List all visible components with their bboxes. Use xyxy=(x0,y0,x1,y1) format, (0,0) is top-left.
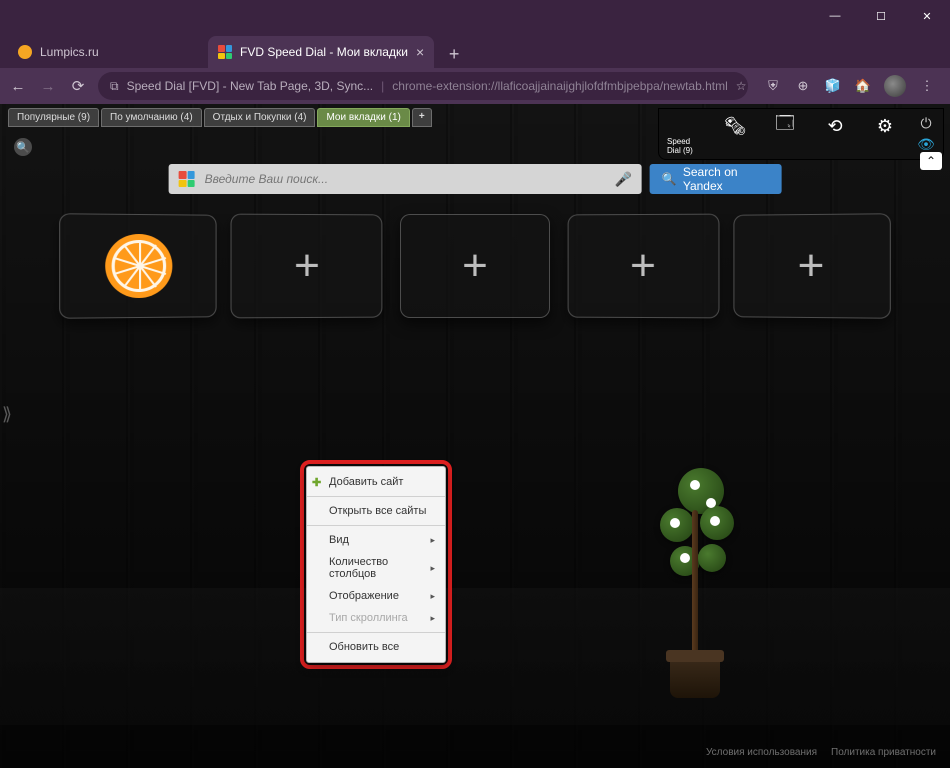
plus-icon: + xyxy=(294,241,320,291)
dial-groups: Популярные (9) По умолчанию (4) Отдых и … xyxy=(8,108,432,127)
extension-icons: ⛨ ⊕ 🧊 🏠 ⋮ xyxy=(758,75,942,97)
address-bar[interactable]: ⧉ Speed Dial [FVD] - New Tab Page, 3D, S… xyxy=(98,72,748,100)
search-icon: 🔍 xyxy=(662,172,677,186)
prev-page-arrow-icon[interactable]: ⟫ xyxy=(2,404,12,425)
ext-home-icon[interactable]: 🏠 xyxy=(854,77,872,95)
footer-terms-link[interactable]: Условия использования xyxy=(706,747,817,758)
gear-icon: ⚙ xyxy=(872,115,898,137)
search-row: 🎤 🔍 Search on Yandex xyxy=(169,164,782,194)
window-titlebar: — ☐ ✕ xyxy=(0,0,950,32)
speed-dial-page: Популярные (9) По умолчанию (4) Отдых и … xyxy=(0,104,950,768)
group-tab-my[interactable]: Мои вкладки (1) xyxy=(317,108,409,127)
plus-icon: + xyxy=(462,241,488,291)
footer-links: Условия использования Политика приватнос… xyxy=(706,747,936,758)
search-input[interactable] xyxy=(205,172,605,186)
toolbar-sync[interactable]: ⟲ xyxy=(817,115,853,137)
nav-forward-button[interactable]: → xyxy=(38,76,58,96)
decorative-plant xyxy=(640,458,750,698)
window-minimize[interactable]: — xyxy=(812,0,858,32)
menu-refresh-all[interactable]: Обновить все xyxy=(307,636,445,658)
chevron-right-icon: ▸ xyxy=(430,591,435,602)
speed-dial-toolbar: Speed Dial (9) 🗞 🗔 ⟲ ⚙ ⏻ 👁 xyxy=(658,108,944,160)
eye-icon[interactable]: 👁 xyxy=(917,136,935,153)
browser-tab-speeddial[interactable]: FVD Speed Dial - Мои вкладки × xyxy=(208,36,434,68)
apps-icon: 🗔 xyxy=(772,115,798,137)
group-tab-shopping[interactable]: Отдых и Покупки (4) xyxy=(204,108,316,127)
power-icon[interactable]: ⏻ xyxy=(920,115,931,132)
toolbar-settings[interactable]: ⚙ xyxy=(867,115,903,137)
chevron-right-icon: ▸ xyxy=(430,563,435,574)
speed-dial-logo-icon xyxy=(675,115,695,135)
orange-icon xyxy=(105,234,172,298)
mic-icon[interactable]: 🎤 xyxy=(614,171,631,188)
dial-grid: + + + + xyxy=(64,214,886,318)
browser-toolbar: ← → ⟳ ⧉ Speed Dial [FVD] - New Tab Page,… xyxy=(0,68,950,104)
group-tab-default[interactable]: По умолчанию (4) xyxy=(101,108,202,127)
plus-icon: + xyxy=(798,241,825,291)
profile-avatar[interactable] xyxy=(884,75,906,97)
search-yandex-button[interactable]: 🔍 Search on Yandex xyxy=(650,164,782,194)
nav-back-button[interactable]: ← xyxy=(8,76,28,96)
menu-open-all[interactable]: Открыть все сайты xyxy=(307,500,445,522)
tab-close-icon[interactable]: × xyxy=(416,44,424,60)
context-menu-highlight: Добавить сайт Открыть все сайты Вид▸ Кол… xyxy=(300,460,452,669)
tab-label: Lumpics.ru xyxy=(40,45,99,59)
menu-add-site[interactable]: Добавить сайт xyxy=(307,471,445,493)
menu-columns[interactable]: Количество столбцов▸ xyxy=(307,551,445,585)
dial-tile-add[interactable]: + xyxy=(733,213,890,319)
plus-icon: + xyxy=(630,241,656,291)
ext-shield-icon[interactable]: ⛨ xyxy=(764,77,782,95)
menu-view[interactable]: Вид▸ xyxy=(307,529,445,551)
footer-privacy-link[interactable]: Политика приватности xyxy=(831,747,936,758)
page-title-text: Speed Dial [FVD] - New Tab Page, 3D, Syn… xyxy=(127,79,374,93)
dial-tile-add[interactable]: + xyxy=(231,214,383,319)
dial-tile-add[interactable]: + xyxy=(400,214,550,318)
toolbar-apps[interactable]: 🗔 xyxy=(767,115,803,137)
dial-tile-1[interactable] xyxy=(59,213,216,319)
chevron-right-icon: ▸ xyxy=(430,613,435,624)
sync-icon: ⟲ xyxy=(822,115,848,137)
group-add-button[interactable]: + xyxy=(412,108,432,127)
nav-reload-button[interactable]: ⟳ xyxy=(68,76,88,96)
toolbar-home-label: Speed Dial (9) xyxy=(667,137,703,155)
browser-tabstrip: Lumpics.ru FVD Speed Dial - Мои вкладки … xyxy=(0,32,950,68)
magnifier-icon[interactable]: 🔍 xyxy=(14,138,32,156)
browser-tab-lumpics[interactable]: Lumpics.ru xyxy=(8,36,208,68)
new-tab-button[interactable]: + xyxy=(440,40,468,68)
favicon-lumpics xyxy=(18,45,32,59)
context-menu: Добавить сайт Открыть все сайты Вид▸ Кол… xyxy=(306,466,446,663)
ext-plus-icon[interactable]: ⊕ xyxy=(794,77,812,95)
recent-icon: 🗞 xyxy=(722,115,748,137)
menu-scroll-type: Тип скроллинга▸ xyxy=(307,607,445,629)
search-logo-icon xyxy=(179,171,195,187)
menu-display[interactable]: Отображение▸ xyxy=(307,585,445,607)
window-maximize[interactable]: ☐ xyxy=(858,0,904,32)
ext-cube-icon[interactable]: 🧊 xyxy=(824,77,842,95)
search-button-label: Search on Yandex xyxy=(683,165,770,193)
tab-label: FVD Speed Dial - Мои вкладки xyxy=(240,45,408,59)
window-close[interactable]: ✕ xyxy=(904,0,950,32)
search-box[interactable]: 🎤 xyxy=(169,164,642,194)
page-url-text: chrome-extension://llaficoajjainaijghjlo… xyxy=(392,79,728,93)
toolbar-collapse[interactable]: ⌃ xyxy=(920,152,942,170)
favicon-speeddial-icon xyxy=(218,45,232,59)
extension-icon: ⧉ xyxy=(110,79,119,94)
bookmark-star-icon[interactable]: ☆ xyxy=(736,79,747,93)
toolbar-home[interactable]: Speed Dial (9) xyxy=(667,115,703,155)
toolbar-side: ⏻ 👁 xyxy=(917,115,935,153)
browser-menu-icon[interactable]: ⋮ xyxy=(918,77,936,95)
chevron-right-icon: ▸ xyxy=(430,535,435,546)
toolbar-recent[interactable]: 🗞 xyxy=(717,115,753,137)
dial-tile-add[interactable]: + xyxy=(568,214,720,319)
group-tab-popular[interactable]: Популярные (9) xyxy=(8,108,99,127)
